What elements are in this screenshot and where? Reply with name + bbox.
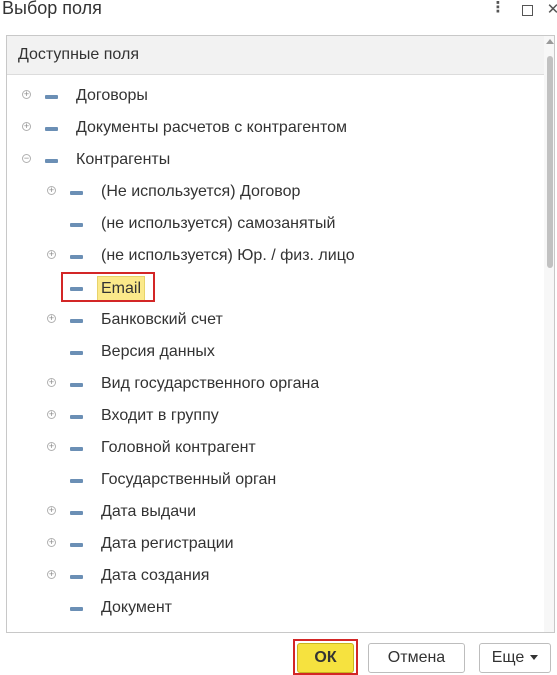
- expand-plus-icon[interactable]: +: [47, 506, 56, 515]
- window-titlebar: Выбор поля ⋮ ✕: [0, 0, 557, 26]
- field-dash-icon: [70, 319, 83, 323]
- expand-plus-icon[interactable]: +: [47, 570, 56, 579]
- tree-row[interactable]: + Дата создания: [7, 561, 544, 593]
- expand-plus-icon[interactable]: +: [47, 314, 56, 323]
- more-button-label: Еще: [491, 649, 525, 666]
- tree-row[interactable]: Документ: [7, 593, 544, 625]
- expand-plus-icon[interactable]: +: [47, 538, 56, 547]
- collapse-minus-icon[interactable]: −: [22, 154, 31, 163]
- fields-tree: + Договоры + Документы расчетов с контраген…: [7, 81, 544, 632]
- field-dash-icon: [70, 255, 83, 259]
- ok-button[interactable]: ОК: [297, 643, 354, 673]
- tree-item-label: Дата создания: [101, 567, 210, 584]
- more-actions-icon[interactable]: ⋮: [490, 0, 506, 18]
- tree-item-label: (не используется) самозанятый: [101, 215, 336, 232]
- tree-item-label: Документы расчетов с контрагентом: [76, 119, 347, 136]
- tree-row[interactable]: (не используется) самозанятый: [7, 209, 544, 241]
- tree-item-label: Дата выдачи: [101, 503, 197, 520]
- maximize-icon[interactable]: [519, 2, 535, 18]
- field-dash-icon: [70, 543, 83, 547]
- tree-item-label: Дата регистрации: [101, 535, 234, 552]
- tree-item-label: Входит в группу: [101, 407, 219, 424]
- tree-row[interactable]: Email: [7, 272, 544, 305]
- tree-row[interactable]: + Дата регистрации: [7, 529, 544, 561]
- tree-row[interactable]: + Входит в группу: [7, 401, 544, 433]
- scroll-thumb[interactable]: [547, 56, 553, 268]
- tree-row[interactable]: + (Не используется) Договор: [7, 177, 544, 209]
- tree-item-label: (не используется) Юр. / физ. лицо: [101, 247, 355, 264]
- expand-plus-icon[interactable]: +: [47, 410, 56, 419]
- tree-row[interactable]: + Банковский счет: [7, 305, 544, 337]
- tree-row[interactable]: + Документы расчетов с контрагентом: [7, 113, 544, 145]
- vertical-scrollbar[interactable]: [544, 36, 554, 632]
- tree-item-label: Государственный орган: [101, 471, 277, 488]
- expand-plus-icon[interactable]: +: [22, 122, 31, 131]
- field-dash-icon: [70, 607, 83, 611]
- tree-item-label: Договоры: [76, 87, 148, 104]
- tree-item-label: Головной контрагент: [101, 439, 256, 456]
- expand-plus-icon[interactable]: +: [47, 186, 56, 195]
- tree-row[interactable]: − Контрагенты: [7, 145, 544, 177]
- field-dash-icon: [70, 511, 83, 515]
- panel-header-label: Доступные поля: [18, 46, 139, 63]
- field-dash-icon: [70, 223, 83, 227]
- field-dash-icon: [70, 383, 83, 387]
- tree-row[interactable]: Версия данных: [7, 337, 544, 369]
- tree-item-label: Email: [97, 276, 146, 302]
- more-button[interactable]: Еще: [479, 643, 551, 673]
- chevron-down-icon: [530, 655, 539, 661]
- field-dash-icon: [45, 159, 58, 163]
- tree-row[interactable]: + Договоры: [7, 81, 544, 113]
- scroll-up-icon[interactable]: [546, 39, 554, 44]
- tree-row[interactable]: + (не используется) Юр. / физ. лицо: [7, 241, 544, 273]
- tree-row[interactable]: + Головной контрагент: [7, 433, 544, 465]
- cancel-button[interactable]: Отмена: [368, 643, 465, 673]
- expand-plus-icon[interactable]: +: [22, 90, 31, 99]
- field-dash-icon: [70, 575, 83, 579]
- tree-item-label: Банковский счет: [101, 311, 223, 328]
- tree-row[interactable]: + Вид государственного органа: [7, 369, 544, 401]
- tree-item-label: Вид государственного органа: [101, 375, 320, 392]
- panel-header: Доступные поля: [7, 36, 544, 75]
- tree-item-label: Документ: [101, 599, 172, 616]
- expand-plus-icon[interactable]: +: [47, 250, 56, 259]
- window-title: Выбор поля: [2, 0, 102, 18]
- field-dash-icon: [70, 191, 83, 195]
- field-dash-icon: [70, 479, 83, 483]
- field-dash-icon: [70, 415, 83, 419]
- tree-row[interactable]: Государственный орган: [7, 465, 544, 497]
- expand-plus-icon[interactable]: +: [47, 442, 56, 451]
- field-dash-icon: [70, 287, 83, 291]
- tree-row[interactable]: + Дата выдачи: [7, 497, 544, 529]
- fields-panel: Доступные поля + Договоры + Документы расче…: [6, 35, 555, 633]
- field-dash-icon: [70, 351, 83, 355]
- expand-plus-icon[interactable]: +: [47, 378, 56, 387]
- tree-item-label: Версия данных: [101, 343, 215, 360]
- close-icon[interactable]: ✕: [545, 2, 557, 18]
- field-dash-icon: [45, 95, 58, 99]
- field-dash-icon: [70, 447, 83, 451]
- tree-item-label: Контрагенты: [76, 151, 171, 168]
- tree-item-label: (Не используется) Договор: [101, 183, 301, 200]
- field-dash-icon: [45, 127, 58, 131]
